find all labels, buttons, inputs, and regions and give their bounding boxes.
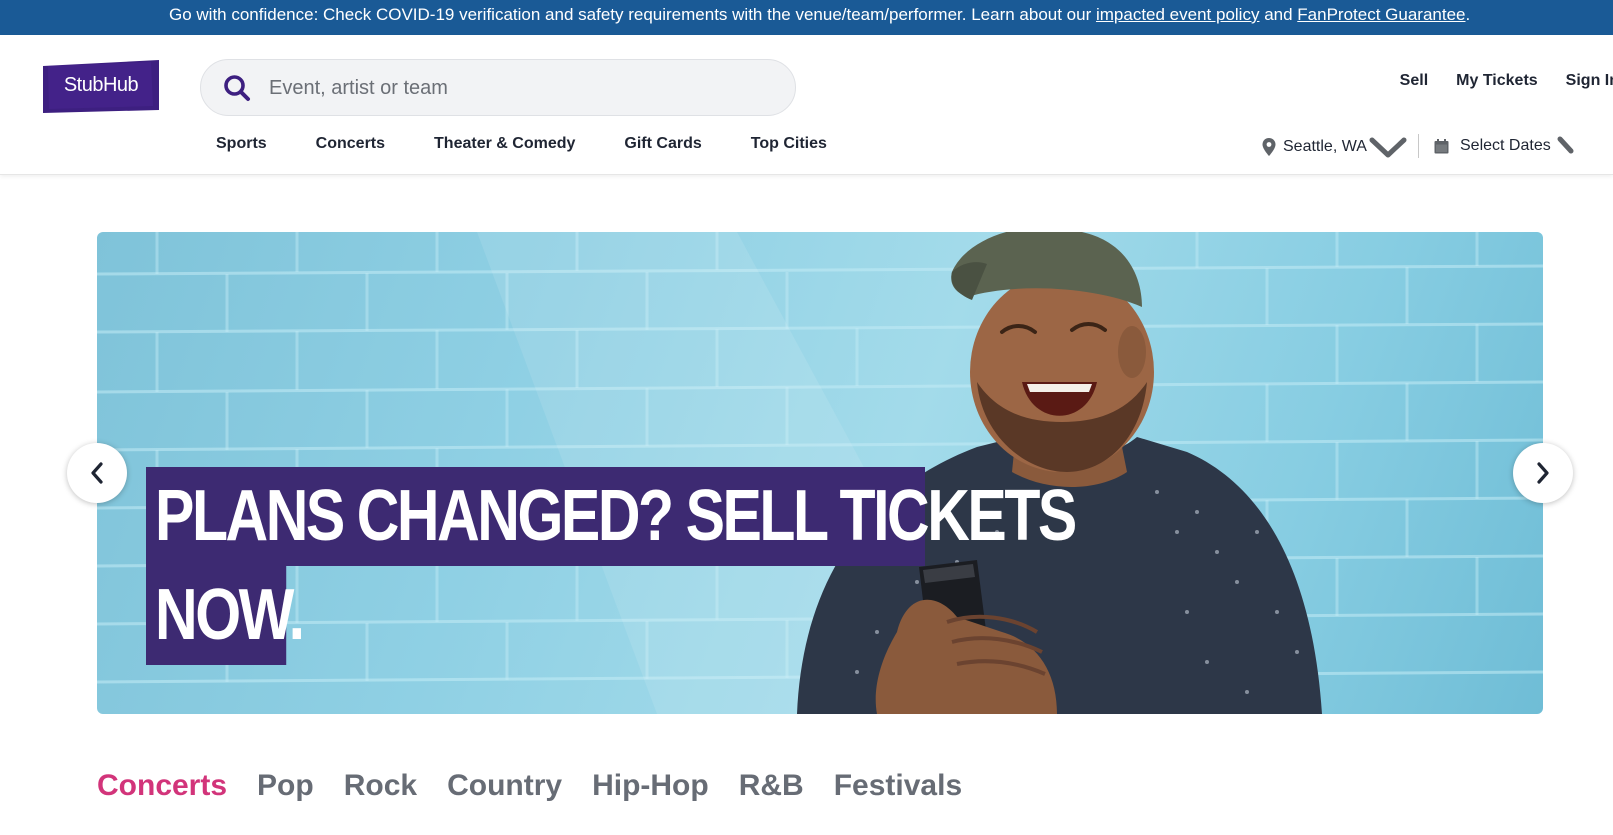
carousel-next-button[interactable] <box>1513 443 1573 503</box>
search-bar[interactable] <box>200 59 796 116</box>
nav-item-concerts[interactable]: Concerts <box>316 135 385 153</box>
stubhub-logo[interactable]: StubHub <box>43 60 159 113</box>
account-links: Sell My Tickets Sign In <box>1400 72 1613 90</box>
nav-item-sports[interactable]: Sports <box>216 135 267 153</box>
banner-text-end: . <box>1465 5 1471 24</box>
category-tab-country[interactable]: Country <box>447 769 562 803</box>
nav-item-gift-cards[interactable]: Gift Cards <box>624 135 701 153</box>
search-icon[interactable] <box>223 74 251 102</box>
hero-headline: PLANS CHANGED? SELL TICKETS NOW. <box>146 467 1096 665</box>
location-label: Seattle, WA <box>1283 138 1367 155</box>
site-header: StubHub Sell My Tickets Sign In Sports C… <box>0 35 1613 175</box>
category-tabs: Concerts Pop Rock Country Hip-Hop R&B Fe… <box>97 769 992 803</box>
search-input[interactable] <box>269 70 769 106</box>
chevron-down-icon[interactable] <box>1369 135 1407 159</box>
category-tab-festivals[interactable]: Festivals <box>834 769 962 803</box>
chevron-right-icon <box>1537 462 1549 484</box>
sign-in-link[interactable]: Sign In <box>1566 72 1613 90</box>
chevron-left-icon <box>91 462 103 484</box>
sell-link[interactable]: Sell <box>1400 72 1428 90</box>
banner-text-and: and <box>1259 5 1298 24</box>
dates-label: Select Dates <box>1460 137 1551 154</box>
impacted-event-policy-link[interactable]: impacted event policy <box>1096 5 1259 24</box>
category-tab-rnb[interactable]: R&B <box>739 769 804 803</box>
category-tab-pop[interactable]: Pop <box>257 769 314 803</box>
category-tab-concerts[interactable]: Concerts <box>97 769 227 803</box>
hero-headline-line-1: PLANS CHANGED? SELL TICKETS <box>146 467 1077 566</box>
fanprotect-guarantee-link[interactable]: FanProtect Guarantee <box>1297 5 1465 24</box>
hero-headline-line-2: NOW. <box>146 566 305 665</box>
location-pin-icon <box>1262 138 1276 156</box>
calendar-icon <box>1434 138 1449 153</box>
hero-banner[interactable]: PLANS CHANGED? SELL TICKETS NOW. <box>97 232 1543 714</box>
covid-banner: Go with confidence: Check COVID-19 verif… <box>0 0 1613 35</box>
logo-text: StubHub <box>63 73 139 96</box>
filter-divider <box>1418 134 1419 158</box>
main-nav: Sports Concerts Theater & Comedy Gift Ca… <box>216 135 876 153</box>
nav-item-top-cities[interactable]: Top Cities <box>751 135 827 153</box>
category-tab-rock[interactable]: Rock <box>344 769 417 803</box>
category-tab-hip-hop[interactable]: Hip-Hop <box>592 769 709 803</box>
carousel-prev-button[interactable] <box>67 443 127 503</box>
location-selector[interactable]: Seattle, WA <box>1262 135 1407 159</box>
nav-item-theater-comedy[interactable]: Theater & Comedy <box>434 135 575 153</box>
my-tickets-link[interactable]: My Tickets <box>1456 72 1538 90</box>
date-selector[interactable]: Select Dates <box>1434 135 1577 157</box>
dates-chevron-down-icon[interactable] <box>1557 135 1577 157</box>
banner-text: Go with confidence: Check COVID-19 verif… <box>169 5 1096 24</box>
